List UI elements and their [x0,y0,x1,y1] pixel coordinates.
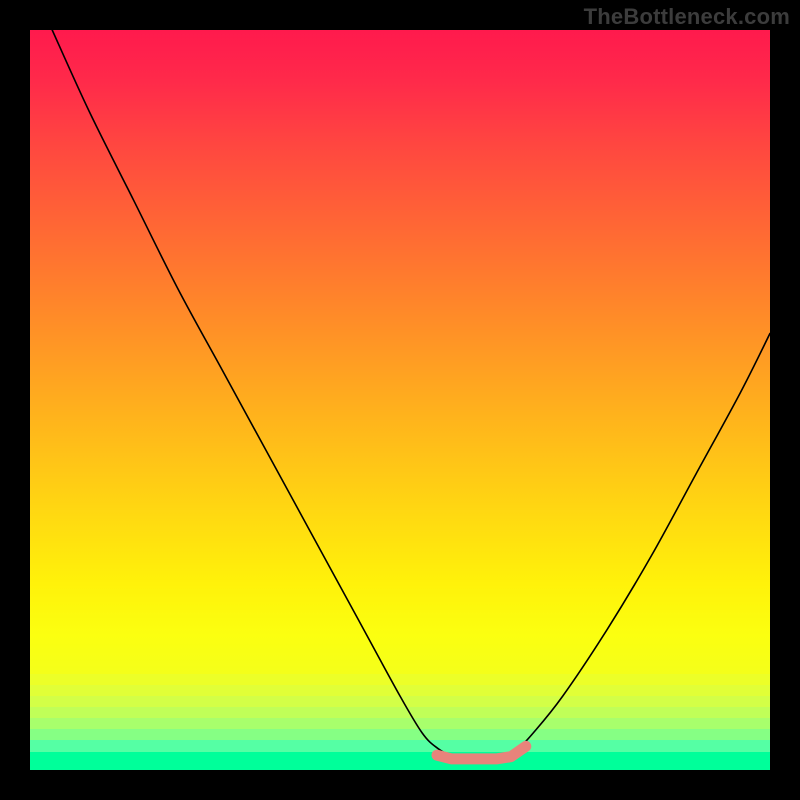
plot-area [30,30,770,770]
chart-svg [30,30,770,770]
bottleneck-curve-line [52,30,770,756]
watermark-text: TheBottleneck.com [584,4,790,30]
chart-frame: TheBottleneck.com [0,0,800,800]
bottleneck-flat-marker [437,746,526,759]
